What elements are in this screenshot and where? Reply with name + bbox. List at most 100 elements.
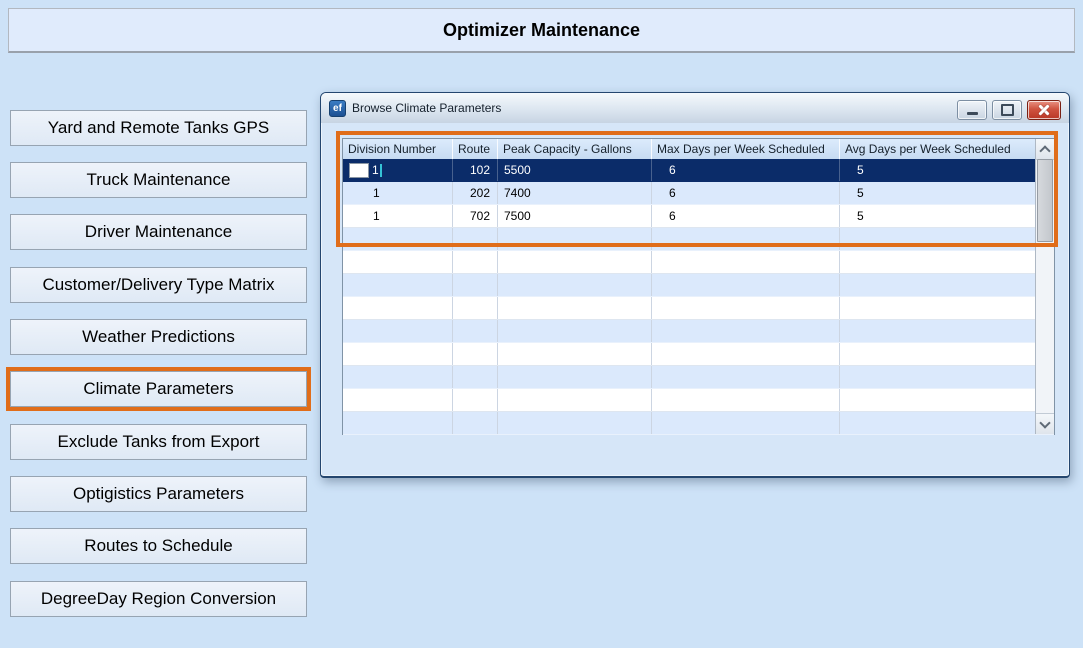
- table-row[interactable]: [343, 228, 1054, 251]
- grid-cell[interactable]: [498, 412, 652, 434]
- grid-cell[interactable]: [453, 251, 498, 273]
- grid-cell[interactable]: 6: [652, 159, 840, 181]
- sidebar-item-routes-to-schedule[interactable]: Routes to Schedule: [10, 528, 307, 564]
- grid-cell[interactable]: 5500: [498, 159, 652, 181]
- grid-cell[interactable]: 1: [343, 159, 453, 181]
- sidebar-item-weather-predictions[interactable]: Weather Predictions: [10, 319, 307, 355]
- table-row[interactable]: [343, 366, 1054, 389]
- grid-cell[interactable]: [343, 251, 453, 273]
- sidebar-item-optigistics-parameters[interactable]: Optigistics Parameters: [10, 476, 307, 512]
- table-row[interactable]: 1 702 7500 6 5: [343, 205, 1054, 228]
- grid-cell[interactable]: [652, 320, 840, 342]
- grid-cell[interactable]: [652, 412, 840, 434]
- table-row[interactable]: [343, 297, 1054, 320]
- grid-cell[interactable]: [453, 412, 498, 434]
- table-row[interactable]: [343, 412, 1054, 435]
- grid-cell[interactable]: [343, 412, 453, 434]
- cell-value: 1: [372, 163, 379, 177]
- sidebar-item-customer-delivery-type-matrix[interactable]: Customer/Delivery Type Matrix: [10, 267, 307, 303]
- sidebar-item-yard-remote-tanks-gps[interactable]: Yard and Remote Tanks GPS: [10, 110, 307, 146]
- column-header[interactable]: Avg Days per Week Scheduled: [840, 139, 1054, 159]
- grid-cell[interactable]: [652, 343, 840, 365]
- grid-cell[interactable]: [840, 412, 1054, 434]
- grid-cell[interactable]: [343, 228, 453, 250]
- sidebar-item-driver-maintenance[interactable]: Driver Maintenance: [10, 214, 307, 250]
- sidebar-item-truck-maintenance[interactable]: Truck Maintenance: [10, 162, 307, 198]
- grid-cell[interactable]: [840, 343, 1054, 365]
- grid-cell[interactable]: 5: [840, 159, 1054, 181]
- window-title: Browse Climate Parameters: [352, 101, 502, 115]
- grid-cell[interactable]: [840, 389, 1054, 411]
- grid-cell[interactable]: [652, 251, 840, 273]
- sidebar-item-exclude-tanks-from-export[interactable]: Exclude Tanks from Export: [10, 424, 307, 460]
- grid-cell[interactable]: [343, 366, 453, 388]
- grid-cell[interactable]: [498, 366, 652, 388]
- grid-cell[interactable]: 102: [453, 159, 498, 181]
- table-row[interactable]: 1 102 5500 6 5: [343, 159, 1054, 182]
- table-row[interactable]: [343, 389, 1054, 412]
- chevron-down-icon: [1039, 416, 1051, 429]
- grid-cell[interactable]: 1: [343, 205, 453, 227]
- grid-cell[interactable]: [498, 274, 652, 296]
- grid-cell[interactable]: [343, 389, 453, 411]
- table-row[interactable]: [343, 343, 1054, 366]
- window-titlebar[interactable]: ef Browse Climate Parameters: [321, 93, 1069, 123]
- table-row[interactable]: [343, 274, 1054, 297]
- grid-cell[interactable]: [840, 320, 1054, 342]
- grid-cell[interactable]: [652, 389, 840, 411]
- grid-cell[interactable]: [652, 228, 840, 250]
- app-icon[interactable]: ef: [329, 99, 346, 117]
- grid-cell[interactable]: 1: [343, 182, 453, 204]
- grid-cell[interactable]: [498, 297, 652, 319]
- column-header[interactable]: Route: [453, 139, 498, 159]
- grid-cell[interactable]: 7500: [498, 205, 652, 227]
- scroll-down-button[interactable]: [1036, 413, 1054, 434]
- sidebar-item-degreeday-region-conversion[interactable]: DegreeDay Region Conversion: [10, 581, 307, 617]
- minimize-button[interactable]: [957, 100, 987, 120]
- grid-cell[interactable]: [453, 297, 498, 319]
- table-row[interactable]: [343, 320, 1054, 343]
- grid-cell[interactable]: [343, 343, 453, 365]
- table-row[interactable]: [343, 251, 1054, 274]
- grid-cell[interactable]: 6: [652, 205, 840, 227]
- grid-cell[interactable]: [453, 228, 498, 250]
- grid-cell[interactable]: 5: [840, 182, 1054, 204]
- column-header[interactable]: Division Number: [343, 139, 453, 159]
- grid-cell[interactable]: [498, 251, 652, 273]
- grid-cell[interactable]: [840, 274, 1054, 296]
- grid-cell[interactable]: 6: [652, 182, 840, 204]
- grid-cell[interactable]: [453, 389, 498, 411]
- grid-cell[interactable]: [343, 297, 453, 319]
- cell-edit-box[interactable]: [349, 162, 369, 178]
- grid-cell[interactable]: [840, 366, 1054, 388]
- grid-cell[interactable]: [652, 297, 840, 319]
- column-header[interactable]: Peak Capacity - Gallons: [498, 139, 652, 159]
- grid-cell[interactable]: 202: [453, 182, 498, 204]
- maximize-button[interactable]: [992, 100, 1022, 120]
- column-header[interactable]: Max Days per Week Scheduled: [652, 139, 840, 159]
- grid-cell[interactable]: [652, 366, 840, 388]
- grid-cell[interactable]: 7400: [498, 182, 652, 204]
- grid-cell[interactable]: [840, 228, 1054, 250]
- grid-cell[interactable]: [343, 320, 453, 342]
- grid-cell[interactable]: [840, 251, 1054, 273]
- grid-cell[interactable]: [453, 343, 498, 365]
- grid-cell[interactable]: [498, 228, 652, 250]
- vertical-scrollbar[interactable]: [1035, 139, 1054, 434]
- grid-cell[interactable]: [453, 274, 498, 296]
- grid-cell[interactable]: [453, 366, 498, 388]
- close-button[interactable]: [1027, 100, 1061, 120]
- scrollbar-thumb[interactable]: [1037, 159, 1053, 242]
- grid-cell[interactable]: [453, 320, 498, 342]
- grid-cell[interactable]: [498, 343, 652, 365]
- table-row[interactable]: 1 202 7400 6 5: [343, 182, 1054, 205]
- sidebar-item-climate-parameters[interactable]: Climate Parameters: [10, 371, 307, 407]
- grid-cell[interactable]: [840, 297, 1054, 319]
- grid-cell[interactable]: 5: [840, 205, 1054, 227]
- grid-cell[interactable]: [498, 389, 652, 411]
- grid-cell[interactable]: [498, 320, 652, 342]
- grid-cell[interactable]: [652, 274, 840, 296]
- scroll-up-button[interactable]: [1036, 139, 1054, 160]
- grid-cell[interactable]: 702: [453, 205, 498, 227]
- grid-cell[interactable]: [343, 274, 453, 296]
